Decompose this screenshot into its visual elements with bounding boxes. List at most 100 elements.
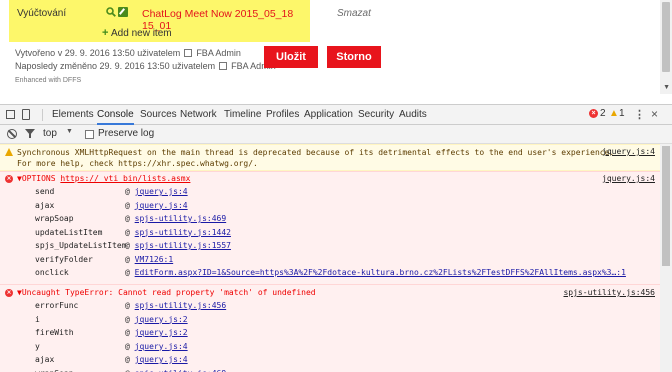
tab-audits[interactable]: Audits — [399, 105, 427, 125]
console-error-2: × ▼Uncaught TypeError: Cannot read prope… — [0, 284, 672, 372]
plus-icon[interactable]: + — [102, 27, 108, 39]
warning-count[interactable]: 1 — [619, 108, 625, 119]
stack-frame-link[interactable]: jquery.js:2 — [135, 315, 188, 324]
tab-profiles[interactable]: Profiles — [266, 105, 299, 125]
warning-line-1: Synchronous XMLHttpRequest on the main t… — [17, 148, 615, 157]
tab-application[interactable]: Application — [304, 105, 353, 125]
stack-frame-link[interactable]: spjs-utility.js:469 — [135, 369, 227, 372]
stack-frame: ajax @ jquery.js:4 — [35, 201, 188, 213]
stack-frame-link[interactable]: jquery.js:4 — [135, 201, 188, 210]
stack-frame: errorFunc @ spjs-utility.js:456 — [35, 301, 226, 313]
modified-info: Naposledy změněno 29. 9. 2016 13:50 uživ… — [15, 61, 276, 71]
stack-frame-at: @ — [125, 254, 135, 264]
stack-frame-link[interactable]: spjs-utility.js:1442 — [135, 228, 231, 237]
close-icon[interactable]: × — [651, 107, 658, 121]
user-icon — [218, 62, 227, 70]
error-1-url[interactable]: https://_vti_bin/lists.asmx — [60, 174, 190, 183]
stack-frame-at: @ — [125, 200, 135, 210]
console-scrollbar-thumb[interactable] — [662, 146, 670, 266]
inspect-element-icon[interactable] — [6, 110, 15, 119]
stack-frame: wrapSoap@ spjs-utility.js:469 — [35, 214, 226, 226]
stack-frame-at: @ — [125, 341, 135, 351]
tab-timeline[interactable]: Timeline — [224, 105, 261, 125]
page-scrollbar[interactable]: ▼ — [660, 0, 672, 94]
add-new-item-link[interactable]: Add new item — [111, 28, 172, 39]
stack-frame-link[interactable]: spjs-utility.js:456 — [135, 301, 227, 310]
stack-frame-link[interactable]: jquery.js:2 — [135, 328, 188, 337]
warning-icon[interactable]: ▲ — [609, 108, 619, 119]
scroll-down-icon[interactable]: ▼ — [663, 84, 670, 91]
error-1-header[interactable]: ▼OPTIONS https://_vti_bin/lists.asmx — [17, 174, 190, 183]
tab-sources[interactable]: Sources — [140, 105, 177, 125]
error-circle-icon: × — [5, 289, 13, 297]
stack-frame-at: @ — [125, 314, 135, 324]
divider — [42, 109, 43, 121]
stack-frame: ajax @ jquery.js:4 — [35, 355, 188, 367]
stack-frame-at: @ — [125, 187, 135, 196]
stack-frame-function: updateListItem — [35, 227, 103, 237]
error-2-source-link[interactable]: spjs-utility.js:456 — [563, 288, 655, 297]
preserve-log-label[interactable]: Preserve log — [98, 128, 154, 139]
stack-frame: wrapSoap@ spjs-utility.js:469 — [35, 369, 226, 372]
stack-frame-at: @ — [125, 227, 135, 237]
modified-label: Naposledy změněno 29. 9. 2016 13:50 uživ… — [15, 61, 216, 71]
stack-frame-function: wrapSoap — [35, 369, 125, 372]
error-circle-icon: × — [5, 175, 13, 183]
warning-message: Synchronous XMLHttpRequest on the main t… — [17, 147, 614, 169]
error-icon[interactable]: × — [589, 109, 598, 118]
error-1-source-link[interactable]: jquery.js:4 — [602, 174, 655, 183]
tab-console[interactable]: Console — [97, 105, 134, 125]
context-select[interactable]: top — [43, 128, 57, 139]
stack-frame-link[interactable]: spjs-utility.js:469 — [135, 214, 227, 223]
stack-frame-at: @ — [125, 301, 135, 310]
error-1-method: ▼OPTIONS — [17, 174, 61, 183]
delete-link[interactable]: Smazat — [337, 8, 371, 19]
stack-frame-at: @ — [125, 355, 135, 364]
tab-elements[interactable]: Elements — [52, 105, 94, 125]
edit-icon[interactable] — [118, 7, 128, 17]
stack-frame-function: verifyFolder — [35, 254, 93, 264]
user-icon — [183, 49, 192, 57]
warning-source-link[interactable]: jquery.js:4 — [602, 147, 655, 156]
stack-frame-function: i — [35, 314, 40, 324]
stack-frame-function: errorFunc — [35, 301, 79, 310]
stack-frame-link[interactable]: VM7126:1 — [135, 255, 174, 264]
stack-frame: onclick @ EditForm.aspx?ID=1&Source=https… — [35, 268, 626, 280]
stack-frame-function: spjs_UpdateListItem — [35, 241, 127, 250]
search-icon[interactable] — [106, 7, 116, 17]
console-scrollbar[interactable] — [660, 144, 672, 372]
item-label: Vyúčtování — [17, 8, 67, 19]
stack-frame-link[interactable]: jquery.js:4 — [135, 187, 188, 196]
clear-console-icon[interactable] — [7, 129, 17, 139]
preserve-log-checkbox[interactable] — [85, 130, 94, 139]
stack-frame: i @ jquery.js:2 — [35, 315, 188, 327]
stack-frame-function: ajax — [35, 355, 55, 364]
stack-frame-link[interactable]: jquery.js:4 — [135, 342, 188, 351]
console-output: Synchronous XMLHttpRequest on the main t… — [0, 144, 672, 372]
stack-frame-at: @ — [125, 369, 135, 372]
warning-line-2: For more help, check https://xhr.spec.wh… — [17, 159, 258, 168]
devtools-tabbar: Elements Console Sources Network Timelin… — [0, 105, 672, 125]
save-button[interactable]: Uložit — [264, 46, 318, 68]
form-area: Vyúčtování ChatLog Meet Now 2015_05_18 1… — [0, 0, 672, 94]
stack-frame-link[interactable]: spjs-utility.js:1557 — [135, 241, 231, 250]
chevron-down-icon[interactable]: ▼ — [66, 128, 73, 135]
error-count[interactable]: 2 — [600, 108, 606, 119]
created-user[interactable]: FBA Admin — [196, 48, 241, 58]
cancel-button[interactable]: Storno — [327, 46, 381, 68]
console-error-1: × ▼OPTIONS https://_vti_bin/lists.asmx j… — [0, 171, 672, 284]
filter-icon-stem — [29, 134, 31, 138]
error-2-message[interactable]: ▼Uncaught TypeError: Cannot read propert… — [17, 288, 316, 297]
console-warning: Synchronous XMLHttpRequest on the main t… — [0, 144, 672, 171]
tab-security[interactable]: Security — [358, 105, 394, 125]
stack-frame-link[interactable]: jquery.js:4 — [135, 355, 188, 364]
devtools-panel: Elements Console Sources Network Timelin… — [0, 104, 672, 372]
console-toolbar: top ▼ Preserve log — [0, 125, 672, 144]
more-options-icon[interactable]: ⋮ — [634, 108, 645, 121]
tab-network[interactable]: Network — [180, 105, 217, 125]
stack-frame-function: fireWith — [35, 328, 74, 337]
device-mode-icon[interactable] — [22, 109, 30, 120]
stack-frame: verifyFolder @ VM7126:1 — [35, 255, 173, 267]
stack-frame-link[interactable]: EditForm.aspx?ID=1&Source=https%3A%2F%2F… — [135, 268, 626, 277]
page-scrollbar-thumb[interactable] — [662, 2, 670, 72]
